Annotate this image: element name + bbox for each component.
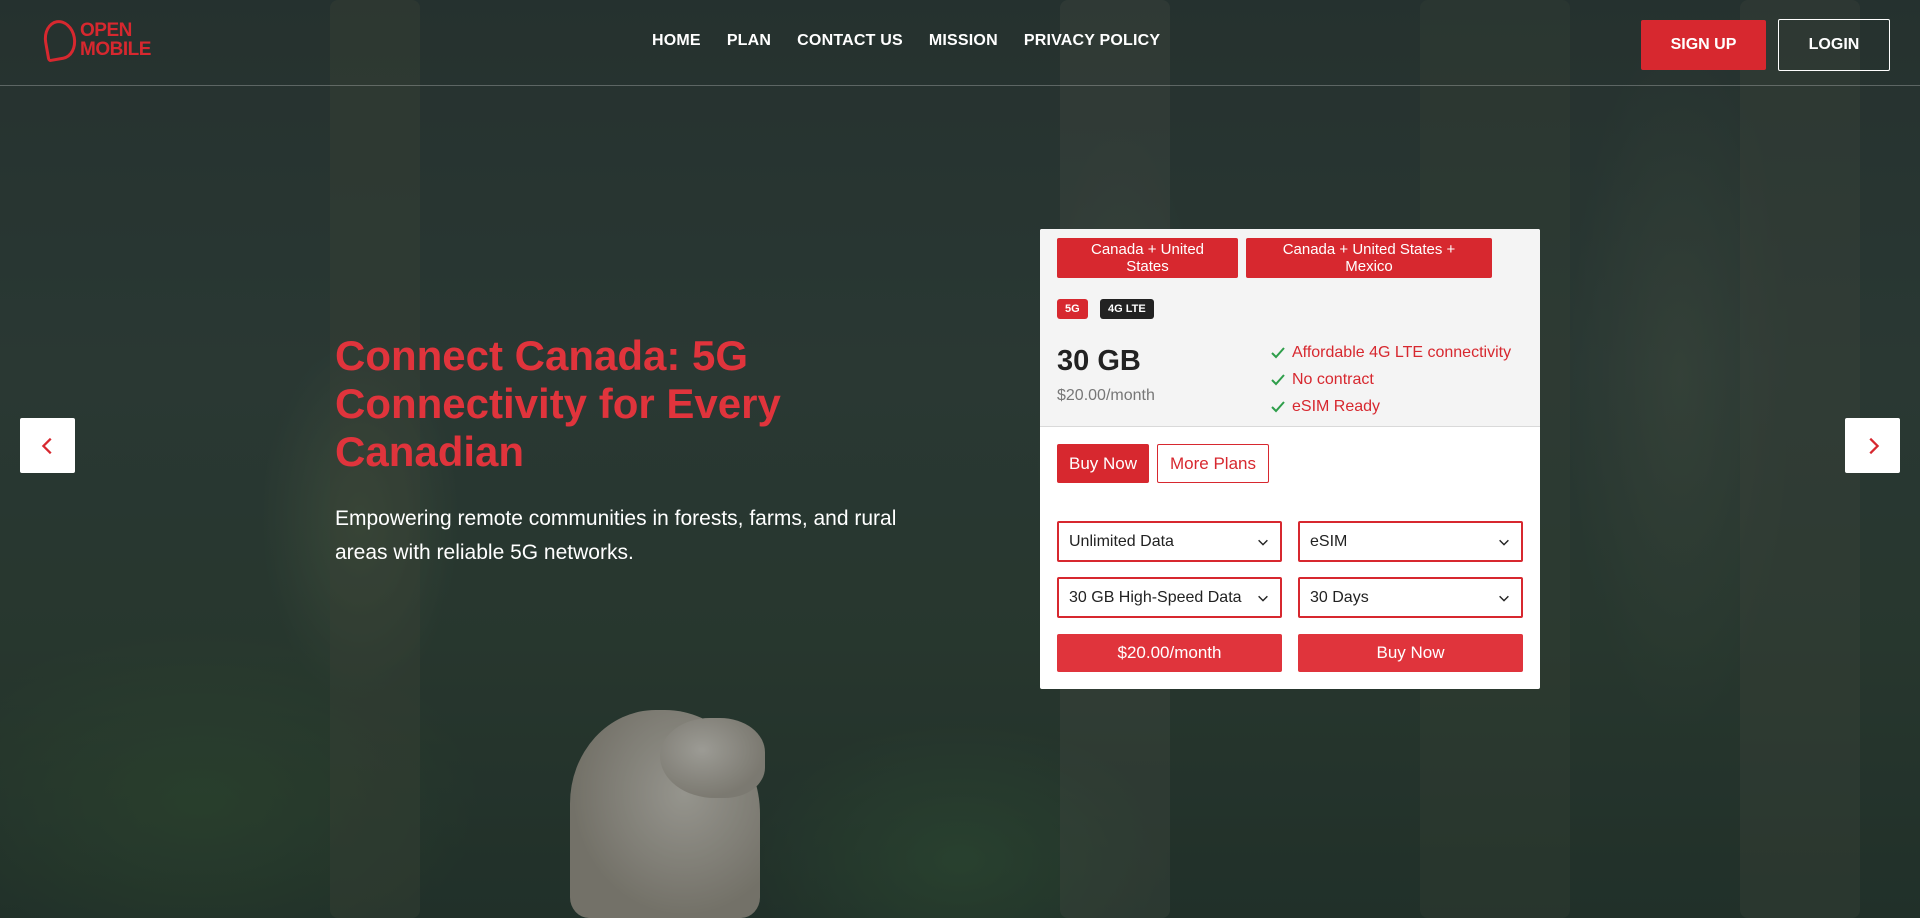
price-button[interactable]: $20.00/month xyxy=(1057,634,1282,672)
chevron-down-icon xyxy=(1499,539,1509,546)
feature-label: eSIM Ready xyxy=(1292,397,1381,415)
duration-select[interactable]: 30 Days xyxy=(1298,577,1523,618)
chevron-down-icon xyxy=(1258,539,1268,546)
chevron-down-icon xyxy=(1499,595,1509,602)
feature-item: Affordable 4G LTE connectivity xyxy=(1270,339,1511,366)
chevron-left-icon xyxy=(41,437,52,454)
plan-price: $20.00/month xyxy=(1057,387,1155,404)
nav-home[interactable]: HOME xyxy=(652,32,701,50)
logo-line-2: MOBILE xyxy=(80,39,151,60)
feature-item: eSIM Ready xyxy=(1270,393,1511,420)
buy-now-button[interactable]: Buy Now xyxy=(1057,444,1149,483)
logo-line-1: OPEN xyxy=(80,20,132,41)
login-button[interactable]: LOGIN xyxy=(1778,19,1890,71)
plan-card: Canada + United States Canada + United S… xyxy=(1040,229,1540,689)
hero-subtitle: Empowering remote communities in forests… xyxy=(335,507,897,564)
sim-type-select[interactable]: eSIM xyxy=(1298,521,1523,562)
data-amount-select[interactable]: 30 GB High-Speed Data xyxy=(1057,577,1282,618)
logo-text: OPEN MOBILE xyxy=(80,21,151,59)
plan-card-header: Canada + United States Canada + United S… xyxy=(1040,229,1540,427)
badge-4g-lte: 4G LTE xyxy=(1100,299,1154,319)
signup-button[interactable]: SIGN UP xyxy=(1641,20,1766,70)
check-icon xyxy=(1271,400,1285,412)
hero-overlay xyxy=(0,0,1920,918)
region-ca-us-mx-button[interactable]: Canada + United States + Mexico xyxy=(1246,238,1492,278)
region-ca-us-button[interactable]: Canada + United States xyxy=(1057,238,1238,278)
chevron-right-icon xyxy=(1868,437,1879,454)
logo-icon xyxy=(40,17,80,63)
hero-title: Connect Canada: 5G Connectivity for Ever… xyxy=(335,332,781,475)
feature-item: No contract xyxy=(1270,366,1511,393)
main-nav: HOME PLAN CONTACT US MISSION PRIVACY POL… xyxy=(652,32,1160,50)
data-amount-value: 30 GB High-Speed Data xyxy=(1069,588,1242,606)
plan-features: Affordable 4G LTE connectivity No contra… xyxy=(1270,339,1511,420)
carousel-next-button[interactable] xyxy=(1845,418,1900,473)
duration-value: 30 Days xyxy=(1310,588,1369,606)
feature-label: Affordable 4G LTE connectivity xyxy=(1292,343,1512,361)
site-header: OPEN MOBILE HOME PLAN CONTACT US MISSION… xyxy=(0,0,1920,86)
data-type-select[interactable]: Unlimited Data xyxy=(1057,521,1282,562)
carousel-prev-button[interactable] xyxy=(20,418,75,473)
nav-contact-us[interactable]: CONTACT US xyxy=(797,32,903,50)
check-icon xyxy=(1271,373,1285,385)
check-icon xyxy=(1271,346,1285,358)
more-plans-button[interactable]: More Plans xyxy=(1157,444,1269,483)
logo[interactable]: OPEN MOBILE xyxy=(40,17,151,63)
nav-mission[interactable]: MISSION xyxy=(929,32,998,50)
nav-privacy-policy[interactable]: PRIVACY POLICY xyxy=(1024,32,1160,50)
nav-plan[interactable]: PLAN xyxy=(727,32,771,50)
sim-type-value: eSIM xyxy=(1310,532,1348,550)
badge-5g: 5G xyxy=(1057,299,1088,319)
chevron-down-icon xyxy=(1258,595,1268,602)
data-type-value: Unlimited Data xyxy=(1069,532,1174,550)
plan-data-amount: 30 GB xyxy=(1057,345,1141,377)
feature-label: No contract xyxy=(1292,370,1374,388)
buy-now-large-button[interactable]: Buy Now xyxy=(1298,634,1523,672)
